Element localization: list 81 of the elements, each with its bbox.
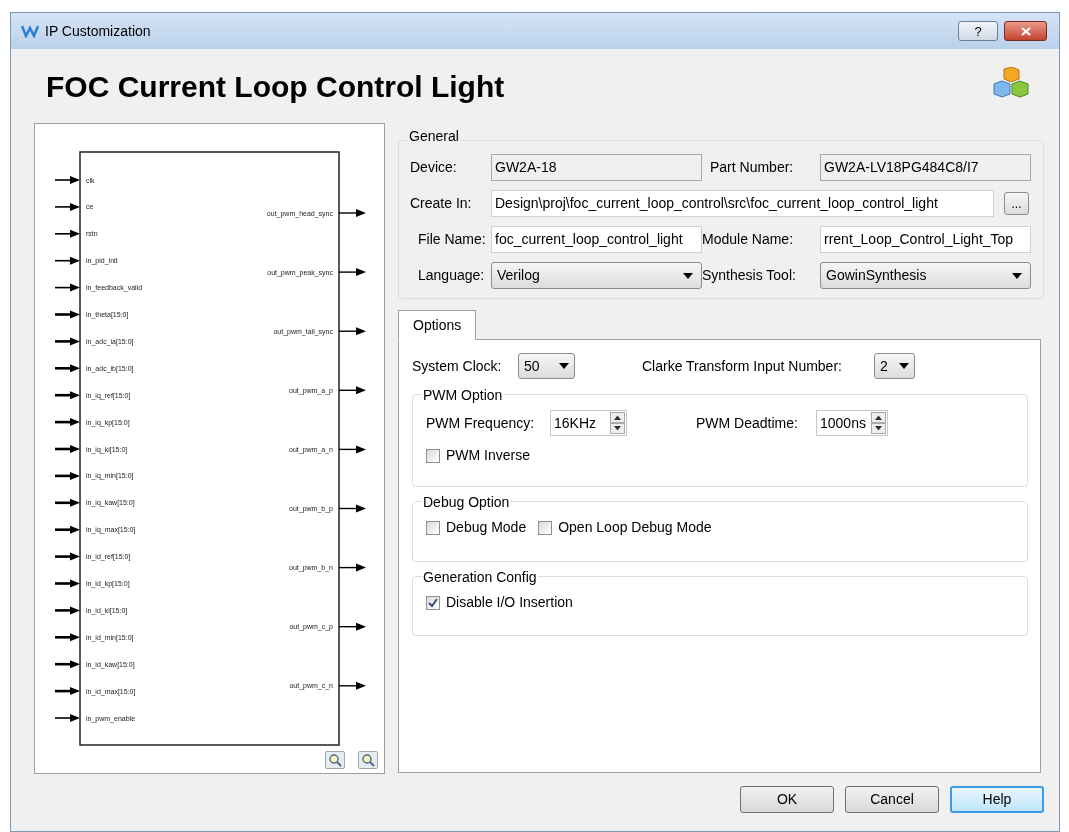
field-label: Module Name: bbox=[702, 230, 795, 249]
clarke-input-dropdown[interactable]: 2 bbox=[874, 353, 915, 379]
field-label: PWM Deadtime: bbox=[696, 413, 799, 433]
text-field[interactable]: foc_current_loop_control_light bbox=[491, 226, 702, 253]
pin-arrow bbox=[55, 337, 80, 346]
pin-arrow bbox=[55, 525, 80, 534]
system-clock-dropdown[interactable]: 50 bbox=[518, 353, 575, 379]
field-label: Language: bbox=[417, 266, 486, 285]
pin-arrow bbox=[338, 209, 366, 217]
pin-arrow bbox=[55, 391, 80, 400]
spin-field[interactable]: 1000ns bbox=[816, 410, 888, 436]
pin-arrow bbox=[55, 418, 80, 427]
close-button[interactable] bbox=[1004, 21, 1047, 41]
pin-arrow bbox=[338, 681, 366, 690]
readonly-field: GW2A-LV18PG484C8/I7 bbox=[820, 154, 1031, 181]
zoom-out-button[interactable] bbox=[358, 751, 378, 769]
magnifier-icon bbox=[328, 753, 342, 767]
spin-field[interactable]: 16KHz bbox=[550, 410, 627, 436]
close-icon bbox=[1020, 26, 1031, 36]
spin-arrows-icon[interactable] bbox=[871, 412, 886, 434]
checkbox[interactable] bbox=[426, 520, 440, 535]
spin-arrows-icon[interactable] bbox=[610, 412, 625, 434]
window-title: IP Customization bbox=[45, 21, 151, 41]
pin-arrow bbox=[55, 660, 80, 669]
path-field[interactable]: Design\proj\foc_current_loop_control\src\foc_current_loop_control_light bbox=[491, 190, 994, 217]
pin-arrow bbox=[54, 176, 80, 184]
field-label: Device: bbox=[410, 158, 458, 177]
caret-icon bbox=[1012, 272, 1022, 279]
pin-arrow bbox=[54, 229, 80, 238]
pin-arrow bbox=[338, 504, 366, 513]
caret-icon bbox=[683, 272, 693, 279]
dropdown[interactable]: Verilog bbox=[491, 262, 702, 289]
pin-arrow bbox=[54, 202, 80, 211]
pin-arrow bbox=[338, 622, 366, 631]
pin-arrow bbox=[338, 563, 366, 572]
pin-arrow bbox=[55, 687, 80, 696]
field-label: Part Number: bbox=[709, 158, 795, 177]
dialog-button[interactable]: Help bbox=[950, 786, 1044, 813]
field-label: File Name: bbox=[417, 230, 487, 249]
caret-icon bbox=[899, 363, 909, 369]
pin-arrow bbox=[55, 445, 80, 453]
checkbox[interactable] bbox=[538, 520, 553, 535]
dropdown[interactable]: GowinSynthesis bbox=[820, 262, 1031, 289]
tab[interactable]: Options bbox=[398, 310, 477, 340]
browse-button[interactable]: ... bbox=[1004, 192, 1029, 215]
text-field[interactable]: rrent_Loop_Control_Light_Top bbox=[820, 226, 1031, 253]
pin-arrow bbox=[55, 310, 80, 319]
checkbox-label: Debug Mode bbox=[446, 518, 527, 537]
field-label: System Clock: bbox=[412, 356, 503, 376]
pin-arrow bbox=[55, 606, 80, 615]
pin-arrow bbox=[55, 498, 80, 507]
field-label: Create In: bbox=[410, 194, 473, 213]
pin-arrow bbox=[55, 633, 80, 642]
pin-arrow bbox=[54, 283, 80, 292]
pin-arrow bbox=[54, 256, 80, 265]
help-button[interactable]: ? bbox=[958, 21, 998, 41]
pin-arrow bbox=[338, 386, 366, 395]
checkbox[interactable] bbox=[426, 595, 440, 610]
pin-arrow bbox=[54, 714, 80, 722]
checkbox-label: Open Loop Debug Mode bbox=[558, 518, 712, 537]
magnifier-icon bbox=[361, 753, 375, 767]
checkbox-label: PWM Inverse bbox=[446, 446, 530, 465]
dialog-button[interactable]: Cancel bbox=[845, 786, 939, 813]
logo-icon bbox=[21, 24, 39, 38]
pin-arrow bbox=[55, 579, 80, 588]
field-label: Clarke Transform Input Number: bbox=[642, 356, 843, 376]
pin-arrow bbox=[55, 364, 80, 373]
pin-arrow bbox=[338, 268, 366, 277]
dialog-button[interactable]: OK bbox=[740, 786, 834, 813]
checkbox[interactable] bbox=[426, 448, 440, 463]
pin-arrow bbox=[55, 471, 80, 480]
pin-arrow bbox=[338, 445, 366, 454]
readonly-field: GW2A-18 bbox=[491, 154, 702, 181]
pin-arrow bbox=[55, 552, 80, 561]
checkbox-label: Disable I/O Insertion bbox=[446, 593, 573, 612]
field-label: PWM Frequency: bbox=[426, 413, 536, 433]
dialog-heading: FOC Current Loop Control Light bbox=[46, 68, 505, 105]
field-label: Synthesis Tool: bbox=[702, 266, 797, 285]
pin-arrow bbox=[338, 327, 366, 336]
caret-icon bbox=[559, 363, 569, 369]
zoom-in-button[interactable] bbox=[325, 751, 345, 769]
